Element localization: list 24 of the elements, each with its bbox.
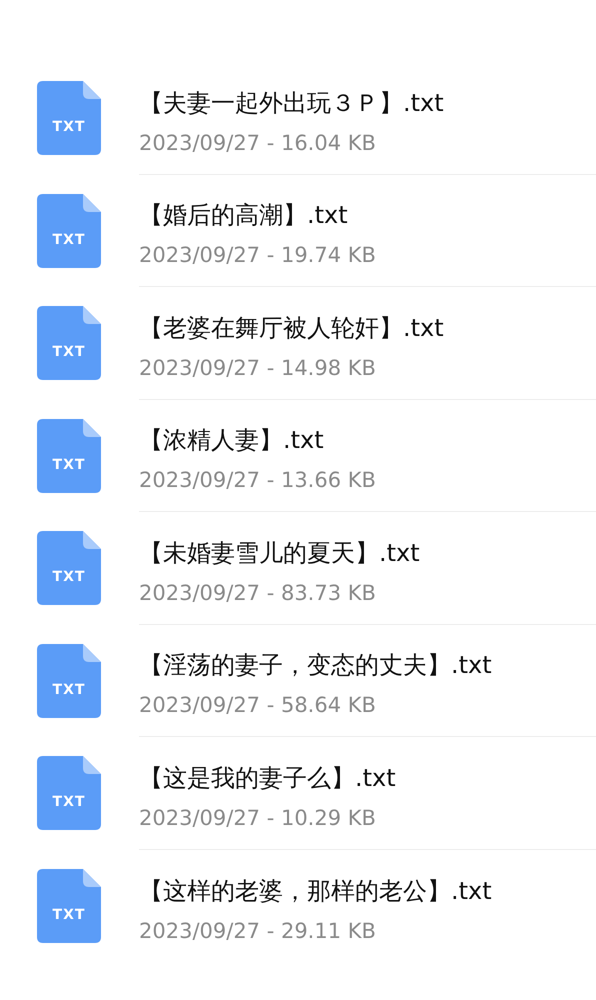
txt-file-icon: TXT: [37, 81, 101, 156]
file-details: 2023/09/27 - 10.29 KB: [139, 806, 377, 830]
file-name[interactable]: 【这是我的妻子么】.txt: [139, 762, 596, 794]
txt-file-icon: TXT: [37, 418, 101, 493]
file-name[interactable]: 【未婚妻雪儿的夏天】.txt: [139, 536, 596, 569]
file-details: 2023/09/27 - 13.66 KB: [139, 468, 377, 492]
file-details: 2023/09/27 - 58.64 KB: [139, 693, 377, 718]
txt-file-icon: TXT: [37, 306, 101, 380]
txt-file-icon: TXT: [37, 868, 101, 943]
txt-file-icon: TXT: [37, 644, 101, 718]
file-name[interactable]: 【淫荡的妻子，变态的丈夫】.txt: [139, 649, 596, 682]
file-name[interactable]: 【夫妻一起外出玩３Ｐ】.txt: [139, 86, 596, 119]
txt-file-icon: TXT: [37, 756, 101, 830]
txt-file-icon: TXT: [37, 194, 101, 268]
file-name[interactable]: 【这样的老婆，那样的老公】.txt: [139, 874, 596, 907]
file-name[interactable]: 【婚后的高潮】.txt: [139, 199, 596, 232]
file-details: 2023/09/27 - 19.74 KB: [139, 243, 377, 268]
file-details: 2023/09/27 - 83.73 KB: [139, 580, 377, 605]
file-details: 2023/09/27 - 29.11 KB: [139, 918, 377, 943]
txt-file-icon: TXT: [37, 531, 101, 606]
file-name[interactable]: 【浓精人妻】.txt: [139, 424, 596, 456]
file-name[interactable]: 【老婆在舞厅被人轮奸】.txt: [139, 312, 596, 344]
file-details: 2023/09/27 - 14.98 KB: [139, 356, 377, 380]
file-details: 2023/09/27 - 16.04 KB: [139, 130, 377, 155]
